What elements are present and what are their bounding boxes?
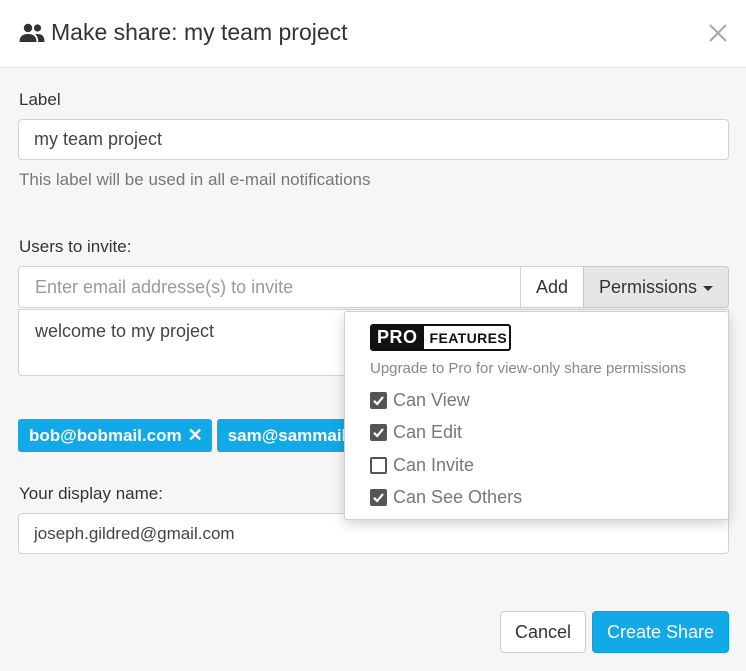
label-input[interactable]: my team project bbox=[18, 119, 729, 160]
permissions-dropdown: PRO FEATURES Upgrade to Pro for view-onl… bbox=[344, 311, 729, 520]
label-heading: Label bbox=[19, 90, 61, 109]
pro-badge-label: PRO bbox=[372, 326, 424, 349]
dialog-title: Make share: my team project bbox=[51, 19, 348, 45]
add-button[interactable]: Add bbox=[520, 266, 584, 308]
label-help-text: This label will be used in all e-mail no… bbox=[19, 170, 371, 189]
invite-email-input[interactable]: Enter email addresse(s) to invite bbox=[18, 266, 521, 308]
pro-features-badge: PRO FEATURES bbox=[370, 324, 511, 351]
chip-email: bob@bobmail.com bbox=[29, 425, 182, 445]
permission-label: Can Invite bbox=[393, 454, 475, 475]
caret-down-icon bbox=[703, 286, 714, 291]
permission-can-edit[interactable]: Can Edit bbox=[370, 421, 462, 443]
close-icon[interactable] bbox=[705, 20, 731, 46]
checkbox-unchecked-icon[interactable] bbox=[370, 456, 387, 474]
permission-can-see-others[interactable]: Can See Others bbox=[370, 486, 522, 508]
permissions-button-label: Permissions bbox=[598, 276, 698, 297]
chip-email: sam@sammail.com bbox=[227, 425, 348, 445]
remove-chip-icon[interactable]: ✕ bbox=[188, 425, 203, 446]
permission-can-invite[interactable]: Can Invite bbox=[370, 454, 474, 476]
users-icon bbox=[19, 23, 45, 42]
display-name-heading: Your display name: bbox=[19, 484, 163, 503]
permissions-button[interactable]: Permissions bbox=[583, 266, 729, 308]
invite-chip: sam@sammail.com ✕ bbox=[216, 419, 348, 452]
create-share-button[interactable]: Create Share bbox=[592, 611, 729, 653]
permission-can-view[interactable]: Can View bbox=[370, 389, 470, 411]
permission-label: Can View bbox=[393, 389, 470, 410]
invite-chips: bob@bobmail.com ✕ sam@sammail.com ✕ bbox=[18, 419, 348, 452]
permission-label: Can Edit bbox=[393, 421, 463, 442]
permission-label: Can See Others bbox=[393, 486, 523, 507]
upgrade-text: Upgrade to Pro for view-only share permi… bbox=[370, 360, 686, 377]
checkbox-checked-icon[interactable] bbox=[370, 423, 387, 441]
invite-row: Enter email addresse(s) to invite Add Pe… bbox=[18, 266, 729, 308]
invite-heading: Users to invite: bbox=[19, 237, 132, 256]
dialog-header: Make share: my team project bbox=[0, 0, 746, 68]
invite-chip: bob@bobmail.com ✕ bbox=[18, 419, 212, 452]
features-badge-label: FEATURES bbox=[429, 329, 508, 346]
checkbox-checked-icon[interactable] bbox=[370, 488, 387, 506]
checkbox-checked-icon[interactable] bbox=[370, 391, 387, 409]
cancel-button[interactable]: Cancel bbox=[500, 611, 586, 653]
